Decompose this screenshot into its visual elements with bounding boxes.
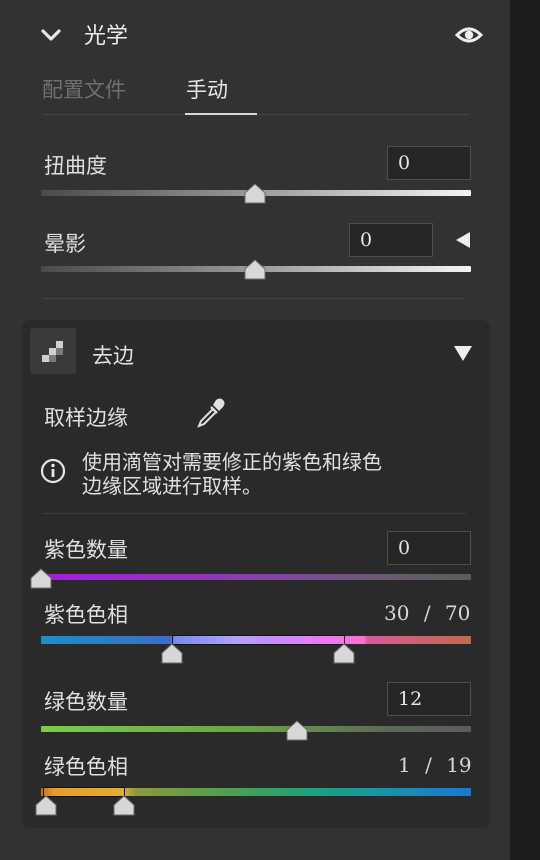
defringe-title[interactable]: 去边	[92, 340, 134, 370]
green-amount-value-field[interactable]: 12	[387, 682, 471, 716]
purple-amount-slider-thumb[interactable]	[30, 568, 52, 590]
vignette-slider-thumb[interactable]	[244, 259, 266, 281]
green-hue-high: 19	[446, 753, 472, 777]
purple-hue-range-readout: 30 / 70	[384, 601, 470, 625]
panel-scrollbar-gutter[interactable]	[510, 0, 540, 860]
green-hue-low: 1	[398, 753, 411, 777]
green-hue-low-thumb[interactable]	[35, 795, 57, 817]
purple-hue-low-thumb[interactable]	[161, 643, 183, 665]
info-text-line1: 使用滴管对需要修正的紫色和绿色	[82, 450, 382, 474]
chevron-down-icon[interactable]	[38, 22, 64, 48]
green-amount-slider-track[interactable]	[41, 726, 471, 732]
green-hue-high-thumb[interactable]	[113, 795, 135, 817]
vignette-value-field[interactable]: 0	[349, 223, 433, 257]
triangle-left-icon[interactable]	[454, 231, 472, 249]
info-divider	[42, 513, 466, 514]
section-divider	[42, 298, 464, 299]
green-amount-label: 绿色数量	[44, 690, 128, 714]
optics-panel: 光学 配置文件 手动 扭曲度 0 晕影 0 去边 取样边缘 使用滴管对需要修正的…	[0, 0, 510, 860]
green-hue-range-readout: 1 / 19	[398, 753, 472, 777]
distortion-label: 扭曲度	[44, 154, 107, 178]
purple-amount-value-field[interactable]: 0	[387, 531, 471, 565]
purple-amount-label: 紫色数量	[44, 538, 128, 562]
purple-hue-separator: /	[423, 601, 431, 625]
purple-hue-selected-range[interactable]	[172, 635, 345, 645]
purple-hue-low: 30	[384, 601, 410, 625]
eye-icon[interactable]	[454, 22, 484, 48]
eyedropper-icon[interactable]	[194, 396, 228, 430]
green-hue-label: 绿色色相	[44, 755, 128, 779]
vignette-label: 晕影	[44, 232, 86, 256]
section-title[interactable]: 光学	[84, 18, 128, 50]
defringe-card: 去边 取样边缘 使用滴管对需要修正的紫色和绿色 边缘区域进行取样。 紫色数量 0	[22, 320, 490, 828]
tab-manual[interactable]: 手动	[186, 74, 228, 104]
green-hue-separator: /	[425, 753, 432, 777]
distortion-value-field[interactable]: 0	[387, 146, 471, 180]
purple-hue-high-thumb[interactable]	[333, 643, 355, 665]
triangle-down-icon[interactable]	[452, 344, 474, 362]
tab-profile[interactable]: 配置文件	[42, 74, 126, 104]
green-amount-slider-thumb[interactable]	[286, 720, 308, 742]
purple-amount-slider-track[interactable]	[41, 574, 471, 580]
tab-active-indicator	[185, 113, 257, 115]
distortion-slider-thumb[interactable]	[244, 183, 266, 205]
sample-edge-label: 取样边缘	[44, 406, 128, 430]
info-text-line2: 边缘区域进行取样。	[82, 474, 262, 498]
purple-hue-high: 70	[444, 601, 471, 625]
info-icon	[40, 458, 66, 484]
purple-hue-label: 紫色色相	[44, 603, 128, 627]
defringe-icon	[30, 328, 76, 374]
